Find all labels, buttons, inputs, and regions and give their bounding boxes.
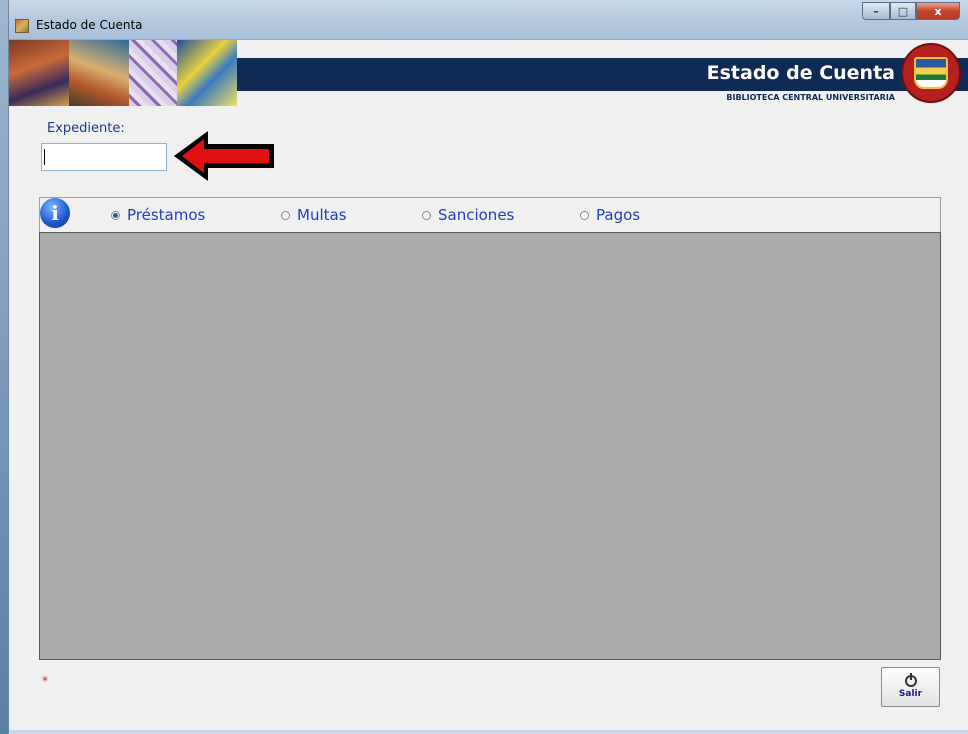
radio-label: Sanciones [438, 206, 515, 224]
exit-button[interactable]: Salir [881, 667, 940, 707]
close-button[interactable]: x [916, 2, 960, 20]
radio-unselected-icon [422, 210, 431, 220]
expediente-input[interactable] [41, 143, 167, 171]
mural-image [9, 40, 237, 106]
radio-label: Multas [297, 206, 347, 224]
info-icon[interactable]: i [40, 198, 70, 228]
red-arrow-icon [174, 131, 274, 181]
minimize-button[interactable]: – [862, 2, 890, 20]
required-marker: * [42, 674, 48, 688]
exit-label: Salir [898, 689, 923, 699]
title-bar[interactable]: Estado de Cuenta – □ x [9, 0, 968, 40]
radio-label: Préstamos [127, 206, 206, 224]
app-icon [15, 19, 29, 33]
radio-prestamos[interactable]: Préstamos [111, 206, 205, 224]
results-grid[interactable] [39, 232, 941, 660]
header-banner: Estado de Cuenta BIBLIOTECA CENTRAL UNIV… [9, 40, 968, 106]
window-controls: – □ x [862, 2, 960, 20]
desktop-edge [0, 0, 8, 734]
banner-subtitle: BIBLIOTECA CENTRAL UNIVERSITARIA [726, 93, 895, 102]
window-title: Estado de Cuenta [36, 18, 143, 32]
radio-selected-icon [111, 210, 120, 220]
window-bottom-border [9, 730, 968, 734]
banner-title: Estado de Cuenta [706, 62, 895, 84]
seal-shield-icon [914, 57, 948, 89]
radio-sanciones[interactable]: Sanciones [422, 206, 514, 224]
app-window: Estado de Cuenta – □ x Estado de Cuenta … [8, 0, 968, 734]
power-icon [904, 673, 917, 687]
maximize-button[interactable]: □ [890, 2, 916, 20]
view-selector: i Préstamos Multas Sanciones Pagos [39, 197, 941, 232]
university-seal-logo [901, 43, 961, 103]
radio-pagos[interactable]: Pagos [580, 206, 640, 224]
text-caret [44, 149, 45, 165]
expediente-label: Expediente: [47, 121, 125, 136]
radio-multas[interactable]: Multas [281, 206, 347, 224]
radio-unselected-icon [580, 210, 589, 220]
radio-label: Pagos [596, 206, 641, 224]
radio-unselected-icon [281, 210, 290, 220]
